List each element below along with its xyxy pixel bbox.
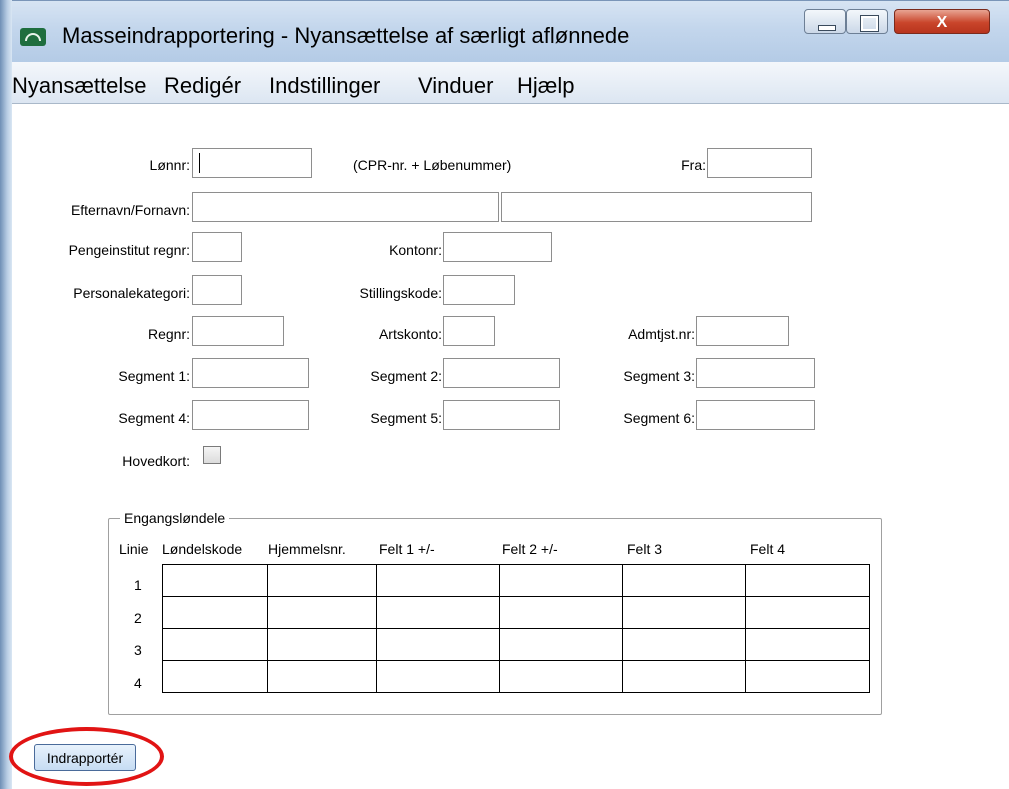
regnr-label: Regnr: <box>147 326 190 342</box>
engangslondele-legend: Engangsløndele <box>120 510 230 526</box>
cell-felt3[interactable] <box>622 596 746 629</box>
hovedkort-label: Hovedkort: <box>122 453 190 469</box>
col-header-felt2: Felt 2 +/- <box>502 541 558 557</box>
col-header-felt4: Felt 4 <box>750 541 786 557</box>
cell-felt1[interactable] <box>376 660 500 693</box>
regnr-field[interactable] <box>192 316 284 346</box>
gauge-icon <box>20 28 46 46</box>
admtjst-field[interactable] <box>696 316 789 346</box>
fornavn-field[interactable] <box>501 192 812 222</box>
cell-hjemmelsnr[interactable] <box>267 628 377 661</box>
cell-felt2[interactable] <box>499 564 623 597</box>
segment2-label: Segment 2: <box>370 368 442 384</box>
efternavn-field[interactable] <box>192 192 499 222</box>
fra-field[interactable] <box>707 148 812 178</box>
window-controls: X <box>804 9 990 36</box>
indrapporter-button[interactable]: Indrapportér <box>34 744 136 771</box>
menu-hjaelp[interactable]: Hjælp <box>517 73 574 99</box>
personalekategori-label: Personalekategori: <box>73 285 190 301</box>
menu-vinduer[interactable]: Vinduer <box>418 73 493 99</box>
segment3-label: Segment 3: <box>623 368 695 384</box>
title-bar: Masseindrapportering - Nyansættelse af s… <box>0 0 1009 62</box>
cell-felt3[interactable] <box>622 564 746 597</box>
stillingskode-label: Stillingskode: <box>359 285 443 301</box>
window-title: Masseindrapportering - Nyansættelse af s… <box>62 23 630 48</box>
cell-londelskode[interactable] <box>162 628 268 661</box>
cell-hjemmelsnr[interactable] <box>267 596 377 629</box>
table-row <box>162 660 870 693</box>
cell-felt2[interactable] <box>499 660 623 693</box>
row-number: 3 <box>134 642 142 658</box>
text-cursor <box>199 153 200 173</box>
segment4-field[interactable] <box>192 400 309 430</box>
artskonto-field[interactable] <box>443 316 495 346</box>
cell-hjemmelsnr[interactable] <box>267 660 377 693</box>
cell-felt3[interactable] <box>622 660 746 693</box>
col-header-londelskode: Løndelskode <box>162 541 243 557</box>
fra-label: Fra: <box>681 157 706 173</box>
cell-felt2[interactable] <box>499 596 623 629</box>
table-row <box>162 596 870 629</box>
maximize-icon <box>860 15 879 32</box>
col-header-hjemmelsnr: Hjemmelsnr. <box>268 541 346 557</box>
pengeinstitut-regnr-field[interactable] <box>192 232 242 262</box>
menu-bar: Nyansættelse Redigér Indstillinger Vindu… <box>12 62 1009 104</box>
cell-felt1[interactable] <box>376 564 500 597</box>
stillingskode-field[interactable] <box>443 275 515 305</box>
segment6-label: Segment 6: <box>623 410 695 426</box>
segment2-field[interactable] <box>443 358 560 388</box>
cell-felt1[interactable] <box>376 628 500 661</box>
hovedkort-checkbox[interactable] <box>203 446 221 464</box>
kontonr-label: Kontonr: <box>389 242 442 258</box>
minimize-icon <box>818 25 836 31</box>
cell-hjemmelsnr[interactable] <box>267 564 377 597</box>
maximize-button[interactable] <box>846 9 888 34</box>
admtjst-label: Admtjst.nr: <box>628 326 695 342</box>
segment3-field[interactable] <box>696 358 815 388</box>
lonnr-hint: (CPR-nr. + Løbenummer) <box>353 157 512 173</box>
segment4-label: Segment 4: <box>118 410 190 426</box>
col-header-linie: Linie <box>119 541 149 557</box>
table-row <box>162 564 870 597</box>
row-number: 2 <box>134 610 142 626</box>
cell-londelskode[interactable] <box>162 596 268 629</box>
segment1-label: Segment 1: <box>118 368 190 384</box>
lonnr-label: Lønnr: <box>149 157 190 173</box>
cell-felt4[interactable] <box>745 660 870 693</box>
segment5-field[interactable] <box>443 400 560 430</box>
window-frame-left <box>0 0 12 789</box>
table-row <box>162 628 870 661</box>
cell-felt4[interactable] <box>745 628 870 661</box>
menu-indstillinger[interactable]: Indstillinger <box>269 73 380 99</box>
cell-felt3[interactable] <box>622 628 746 661</box>
cell-felt1[interactable] <box>376 596 500 629</box>
col-header-felt1: Felt 1 +/- <box>379 541 435 557</box>
personalekategori-field[interactable] <box>192 275 242 305</box>
kontonr-field[interactable] <box>443 232 552 262</box>
menu-rediger[interactable]: Redigér <box>164 73 241 99</box>
cell-felt4[interactable] <box>745 564 870 597</box>
navn-label: Efternavn/Fornavn: <box>70 202 190 218</box>
menu-nyansaettelse[interactable]: Nyansættelse <box>12 73 147 99</box>
segment5-label: Segment 5: <box>370 410 442 426</box>
segment1-field[interactable] <box>192 358 309 388</box>
row-number: 1 <box>134 577 142 593</box>
cell-felt4[interactable] <box>745 596 870 629</box>
engangslondele-table <box>162 564 870 693</box>
close-button[interactable]: X <box>894 9 990 34</box>
minimize-button[interactable] <box>804 9 846 34</box>
lonnr-field[interactable] <box>192 148 312 178</box>
artskonto-label: Artskonto: <box>378 326 442 342</box>
pengeinstitut-label: Pengeinstitut regnr: <box>68 242 190 258</box>
cell-felt2[interactable] <box>499 628 623 661</box>
close-icon: X <box>936 14 948 31</box>
segment6-field[interactable] <box>696 400 815 430</box>
cell-londelskode[interactable] <box>162 564 268 597</box>
col-header-felt3: Felt 3 <box>627 541 663 557</box>
cell-londelskode[interactable] <box>162 660 268 693</box>
row-number: 4 <box>134 675 142 691</box>
